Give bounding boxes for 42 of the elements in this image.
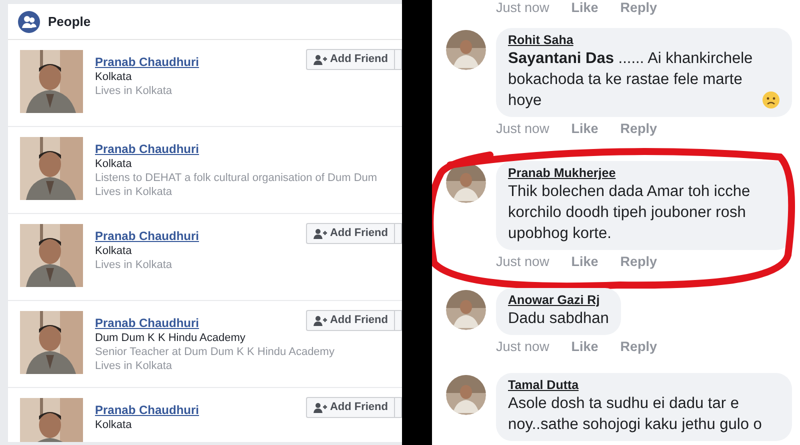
add-friend-button[interactable]: Add Friend xyxy=(306,310,395,331)
profile-detail: Lives in Kolkata xyxy=(95,359,172,373)
add-person-icon xyxy=(312,228,327,239)
commenter-name-link[interactable]: Tamal Dutta xyxy=(508,377,780,393)
dropdown-button[interactable] xyxy=(395,49,402,70)
profile-detail: Kolkata xyxy=(95,244,132,258)
comment-text: Thik bolechen dada Amar toh icche korchilo doodh tipeh jouboner rosh upobhog korte. xyxy=(508,182,752,244)
profile-detail: Listens to DEHAT a folk cultural organisation of Dum Dum xyxy=(95,171,378,185)
profile-name-link[interactable]: Pranab Chaudhuri xyxy=(95,142,299,156)
timestamp: Just now xyxy=(496,0,550,16)
commenter-name-link[interactable]: Anowar Gazi Rj xyxy=(508,292,609,308)
add-friend-button[interactable]: Add Friend xyxy=(306,49,395,70)
profile-detail: Dum Dum K K Hindu Academy xyxy=(95,331,246,345)
profile-name-link[interactable]: Pranab Chaudhuri xyxy=(95,229,294,243)
profile-detail: Kolkata xyxy=(95,70,132,84)
comment-text: Asole dosh ta sudhu ei dadu tar e noy..sathe sohojogi kaku jethu gulo o xyxy=(508,394,763,435)
section-title: People xyxy=(48,12,91,31)
profile-name-link[interactable]: Pranab Chaudhuri xyxy=(95,55,294,69)
add-person-icon xyxy=(312,54,327,65)
profile-detail: Lives in Kolkata xyxy=(95,258,172,272)
add-person-icon xyxy=(312,315,327,326)
timestamp: Just now xyxy=(496,339,550,355)
profile-detail: Lives in Kolkata xyxy=(95,185,172,199)
people-icon xyxy=(18,10,40,32)
dropdown-button[interactable] xyxy=(395,223,402,244)
comment-text: Dadu sabdhan xyxy=(508,309,609,329)
profile-detail: Lives in Kolkata xyxy=(95,84,172,98)
dropdown-button[interactable] xyxy=(395,397,402,418)
dropdown-button[interactable] xyxy=(395,310,402,331)
add-friend-button[interactable]: Add Friend xyxy=(306,397,395,418)
profile-detail: Senior Teacher at Dum Dum K K Hindu Academy xyxy=(95,345,334,359)
profile-name-link[interactable]: Pranab Chaudhuri xyxy=(95,403,294,417)
timestamp: Just now xyxy=(496,121,550,137)
profile-name-link[interactable]: Pranab Chaudhuri xyxy=(95,316,294,330)
commenter-name-link[interactable]: Pranab Mukherjee xyxy=(508,165,780,181)
comment-text: Sayantani Das ...... Ai khankirchele bokachoda ta ke rastae fele marte hoye xyxy=(508,49,754,111)
profile-detail: Kolkata xyxy=(95,418,132,432)
profile-detail: Kolkata xyxy=(95,157,132,171)
add-person-icon xyxy=(312,402,327,413)
commenter-name-link[interactable]: Rohit Saha xyxy=(508,32,780,48)
timestamp: Just now xyxy=(496,254,550,270)
add-friend-button[interactable]: Add Friend xyxy=(306,223,395,244)
